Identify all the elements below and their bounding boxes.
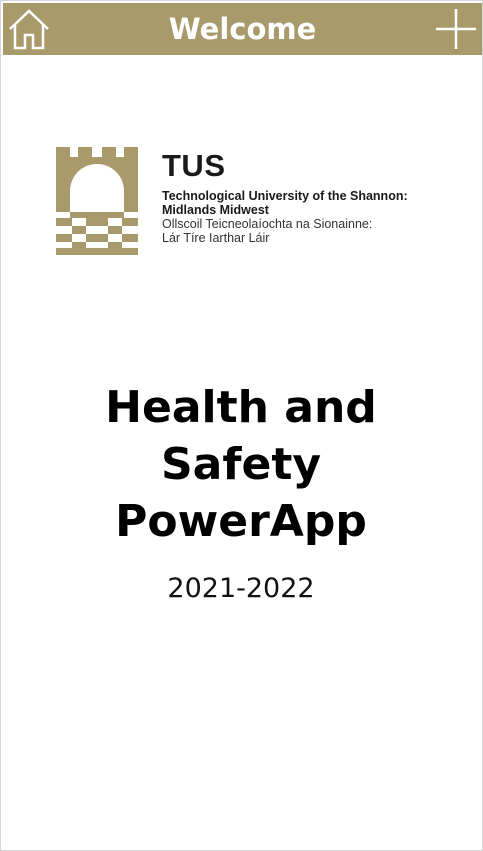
header-title: Welcome (168, 12, 317, 46)
app-title-line-1: Health and (105, 382, 377, 433)
app-title-line-3: PowerApp (115, 496, 367, 547)
plus-icon (436, 9, 476, 49)
logo-line-3: Ollscoil Teicneolaíochta na Sionainne: (162, 217, 373, 231)
home-button[interactable] (3, 3, 55, 55)
logo-line-2: Midlands Midwest (162, 203, 269, 217)
logo-line-1: Technological University of the Shannon: (162, 189, 408, 203)
tus-logo: TUS Technological University of the Shan… (56, 147, 436, 255)
castle-logo-icon (56, 147, 138, 255)
logo-line-4: Lár Tíre Iarthar Láir (162, 231, 270, 245)
logo-text: TUS Technological University of the Shan… (162, 147, 442, 246)
app-title-line-2: Safety (160, 439, 322, 490)
academic-year: 2021-2022 (167, 573, 315, 604)
app-screen: Welcome TUS Technological University of … (0, 0, 483, 851)
add-button[interactable] (430, 3, 482, 55)
header-bar: Welcome (3, 3, 482, 55)
logo-abbreviation: TUS (162, 148, 226, 183)
home-icon (9, 9, 49, 50)
app-title: Health and Safety PowerApp (41, 379, 441, 550)
